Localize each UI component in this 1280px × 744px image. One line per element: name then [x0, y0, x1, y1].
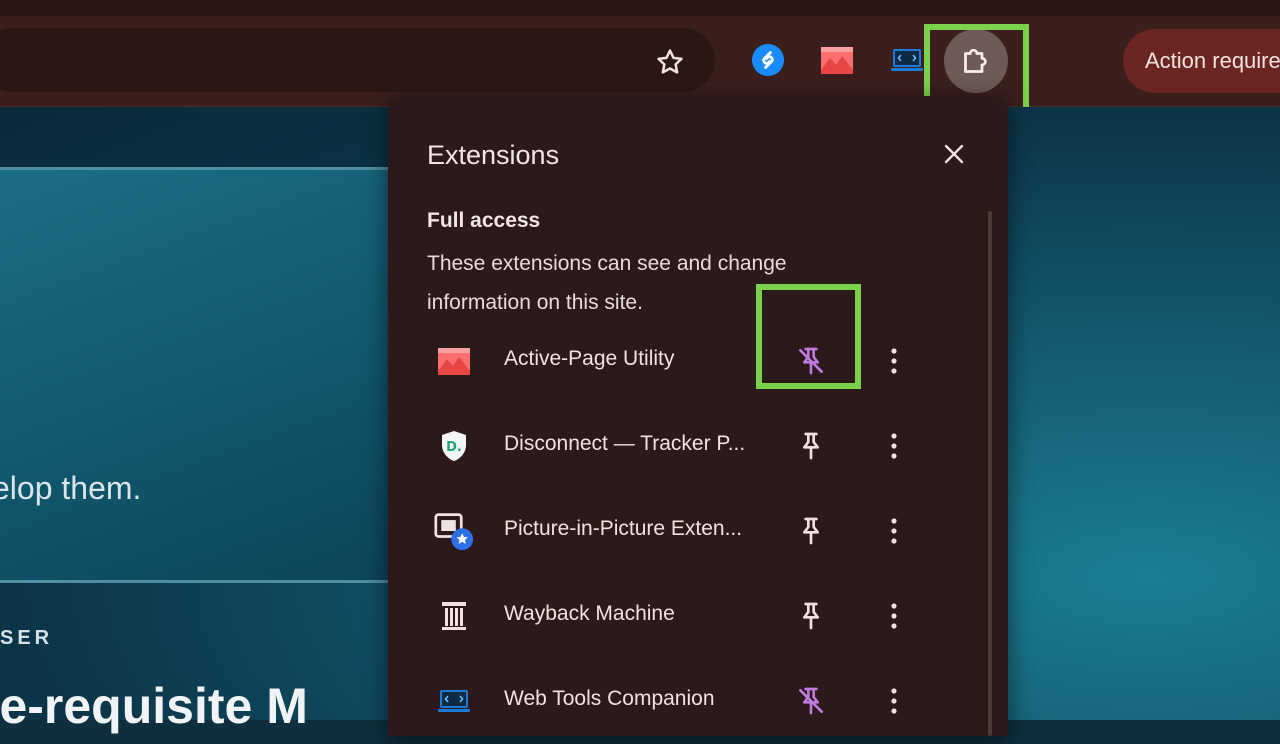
- pin-icon[interactable]: [791, 596, 831, 636]
- address-bar[interactable]: [0, 28, 715, 92]
- red-mountain-icon[interactable]: [815, 38, 859, 82]
- web-tools-icon: [434, 681, 474, 721]
- extension-name: Disconnect — Tracker P...: [504, 432, 746, 455]
- section-heading: re-requisite M: [0, 678, 308, 734]
- extension-row-wayback-machine[interactable]: Wayback Machine: [388, 574, 978, 659]
- action-required-button[interactable]: Action required: [1123, 29, 1280, 93]
- unpin-icon[interactable]: [791, 341, 831, 381]
- hero-panel: [0, 167, 390, 583]
- disconnect-shield-icon: D.: [434, 426, 474, 466]
- svg-text:D.: D.: [446, 440, 462, 455]
- window-title-bar: [0, 0, 1280, 16]
- extension-name: Web Tools Companion: [504, 687, 715, 710]
- more-vert-icon[interactable]: [876, 426, 912, 466]
- close-icon[interactable]: [936, 136, 972, 172]
- section-eyebrow: SER: [0, 627, 54, 649]
- extension-row-web-tools-companion[interactable]: Web Tools Companion: [388, 659, 978, 744]
- popup-scrollbar[interactable]: [988, 211, 992, 736]
- hero-partial-text: elop them.: [0, 470, 142, 506]
- star-outline-icon[interactable]: [652, 44, 688, 80]
- more-vert-icon[interactable]: [876, 596, 912, 636]
- shazam-icon[interactable]: [746, 38, 790, 82]
- puzzle-icon[interactable]: [944, 29, 1008, 93]
- pin-icon[interactable]: [791, 426, 831, 466]
- pin-icon[interactable]: [791, 511, 831, 551]
- extension-row-active-page-utility[interactable]: Active-Page Utility: [388, 284, 978, 404]
- unpin-icon[interactable]: [791, 681, 831, 721]
- extension-name: Active-Page Utility: [504, 347, 675, 370]
- full-access-description: These extensions can see and change info…: [427, 252, 787, 314]
- extension-name: Picture-in-Picture Exten...: [504, 517, 743, 540]
- extensions-popup: Extensions Full access These extensions …: [388, 96, 1008, 736]
- popup-title: Extensions: [427, 140, 560, 170]
- extension-row-disconnect[interactable]: D. Disconnect — Tracker P...: [388, 404, 978, 489]
- extension-name: Wayback Machine: [504, 602, 675, 625]
- full-access-heading: Full access: [427, 209, 541, 232]
- extension-row-picture-in-picture[interactable]: Picture-in-Picture Exten...: [388, 489, 978, 574]
- more-vert-icon[interactable]: [876, 341, 912, 381]
- pip-icon: [434, 511, 474, 551]
- wayback-pillar-icon: [434, 596, 474, 636]
- active-page-icon: [434, 341, 474, 381]
- browser-toolbar: Action required: [0, 16, 1280, 129]
- monitor-code-icon[interactable]: [885, 38, 929, 82]
- more-vert-icon[interactable]: [876, 681, 912, 721]
- more-vert-icon[interactable]: [876, 511, 912, 551]
